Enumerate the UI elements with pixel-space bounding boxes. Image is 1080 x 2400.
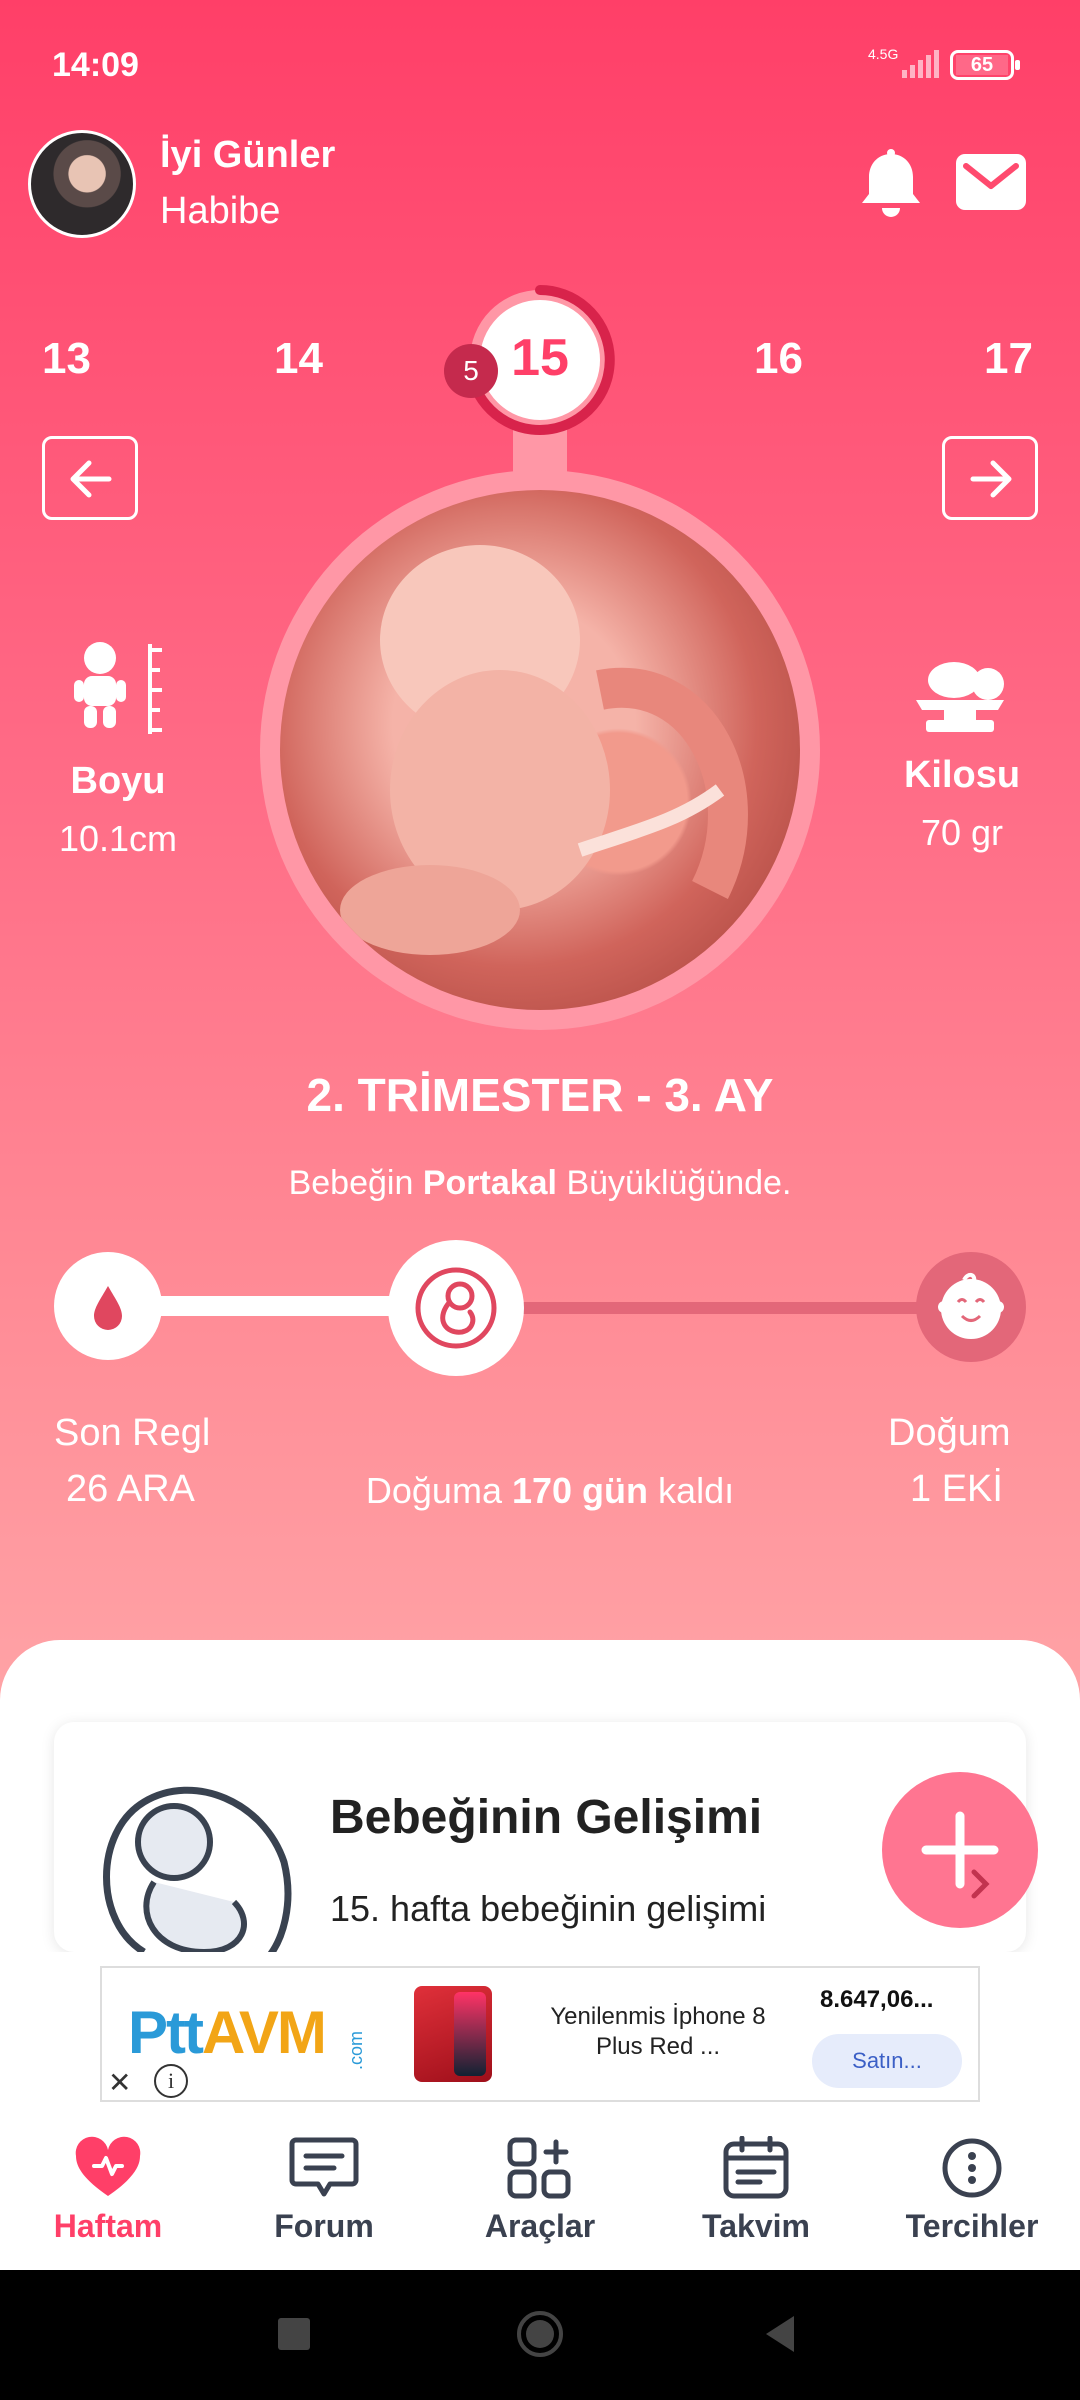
chat-icon [289, 2137, 359, 2197]
status-time: 14:09 [52, 46, 139, 84]
avatar[interactable] [28, 130, 136, 238]
arrow-right-icon [970, 460, 1012, 498]
back-icon[interactable] [762, 2314, 798, 2354]
tab-haftam[interactable]: Haftam [0, 2130, 216, 2270]
ad-close-icon[interactable]: ✕ [108, 2066, 131, 2099]
tab-takvim-label: Takvim [702, 2208, 810, 2244]
status-bar: 14:09 4.5G 65 [0, 0, 1080, 130]
more-icon [942, 2138, 1002, 2198]
ad-brand-com: .com [346, 2030, 366, 2070]
week-17[interactable]: 17 [984, 334, 1033, 384]
ad-buy-button[interactable]: Satın... [812, 2034, 962, 2088]
week-16[interactable]: 16 [754, 334, 803, 384]
ad-brand-logo: PttAVM [128, 1998, 327, 2067]
birth-date: 1 EKİ [910, 1468, 1003, 1510]
day-badge: 5 [444, 344, 498, 398]
tab-takvim[interactable]: Takvim [648, 2130, 864, 2270]
baby-height-icon [74, 642, 162, 734]
size-fruit: Portakal [422, 1164, 557, 1202]
countdown-prefix: Doğuma [365, 1470, 502, 1511]
fetus-icon [415, 1267, 497, 1349]
signal-icon [902, 50, 939, 78]
card-title: Bebeğinin Gelişimi [330, 1791, 763, 1844]
week-14[interactable]: 14 [274, 334, 323, 384]
size-comparison: Bebeğin Portakal Büyüklüğünde. [0, 1164, 1080, 1203]
add-button[interactable] [882, 1772, 1038, 1928]
ad-info-icon[interactable]: i [154, 2064, 188, 2098]
arrow-left-icon [70, 460, 112, 498]
fetus-illustration [340, 545, 748, 955]
tab-forum[interactable]: Forum [216, 2130, 432, 2270]
birth-node [916, 1252, 1026, 1362]
trimester-title: 2. TRİMESTER - 3. AY [306, 1069, 774, 1121]
ad-brand-avm: AVM [201, 1999, 327, 2066]
bell-icon[interactable] [858, 148, 924, 220]
recents-icon[interactable] [276, 2316, 312, 2352]
home-icon[interactable] [516, 2310, 564, 2358]
next-week-button[interactable] [942, 436, 1038, 520]
fetus-image[interactable] [280, 490, 800, 1010]
tab-araclar[interactable]: Araçlar [432, 2130, 648, 2270]
plus-icon [921, 1811, 999, 1899]
countdown-days: 170 gün [511, 1470, 649, 1511]
calendar-icon [723, 2136, 789, 2199]
battery-icon: 65 [950, 50, 1020, 80]
length-label: Boyu [70, 760, 166, 802]
ad-brand-ptt: Ptt [128, 1999, 204, 2066]
card-description: 15. hafta bebeğinin gelişimi [330, 1888, 767, 1929]
birth-countdown: Doğuma 170 gün kaldı [340, 1470, 760, 1512]
week-13[interactable]: 13 [42, 334, 91, 384]
tab-tercihler-label: Tercihler [905, 2208, 1039, 2244]
size-prefix: Bebeğin [288, 1164, 414, 1202]
baby-face-icon [938, 1273, 1004, 1339]
last-period-node [54, 1252, 162, 1360]
mail-icon[interactable] [956, 154, 1026, 210]
baby-scale-icon [916, 662, 1004, 732]
blood-drop-icon [94, 1286, 122, 1330]
last-period-label: Son Regl [54, 1412, 211, 1454]
birth-label: Doğum [888, 1412, 1011, 1454]
network-type: 4.5G [868, 46, 899, 62]
grid-plus-icon [507, 2137, 571, 2199]
heart-icon [75, 2136, 141, 2196]
tab-forum-label: Forum [274, 2208, 374, 2244]
current-progress-node [388, 1240, 524, 1376]
last-period-date: 26 ARA [66, 1468, 195, 1510]
tab-tercihler[interactable]: Tercihler [864, 2130, 1080, 2270]
weight-label: Kilosu [903, 754, 1021, 796]
tab-haftam-label: Haftam [53, 2208, 163, 2244]
user-name: Habibe [160, 190, 281, 232]
system-navigation-bar [0, 2270, 1080, 2400]
fetus-outline-icon [103, 1786, 292, 1952]
weight-value: 70 gr [920, 812, 1004, 853]
ad-product-image [414, 1986, 492, 2082]
ad-product-title: Yenilenmis İphone 8 Plus Red ... [550, 2003, 766, 2060]
countdown-suffix: kaldı [658, 1470, 735, 1511]
size-suffix: Büyüklüğünde. [566, 1164, 792, 1202]
battery-level: 65 [956, 55, 1008, 76]
previous-week-button[interactable] [42, 436, 138, 520]
progress-track-remaining [456, 1302, 970, 1314]
ad-price: 8.647,06... [820, 1986, 934, 2013]
greeting: İyi Günler [160, 134, 336, 176]
tab-araclar-label: Araçlar [484, 2208, 596, 2244]
length-value: 10.1cm [58, 818, 178, 859]
